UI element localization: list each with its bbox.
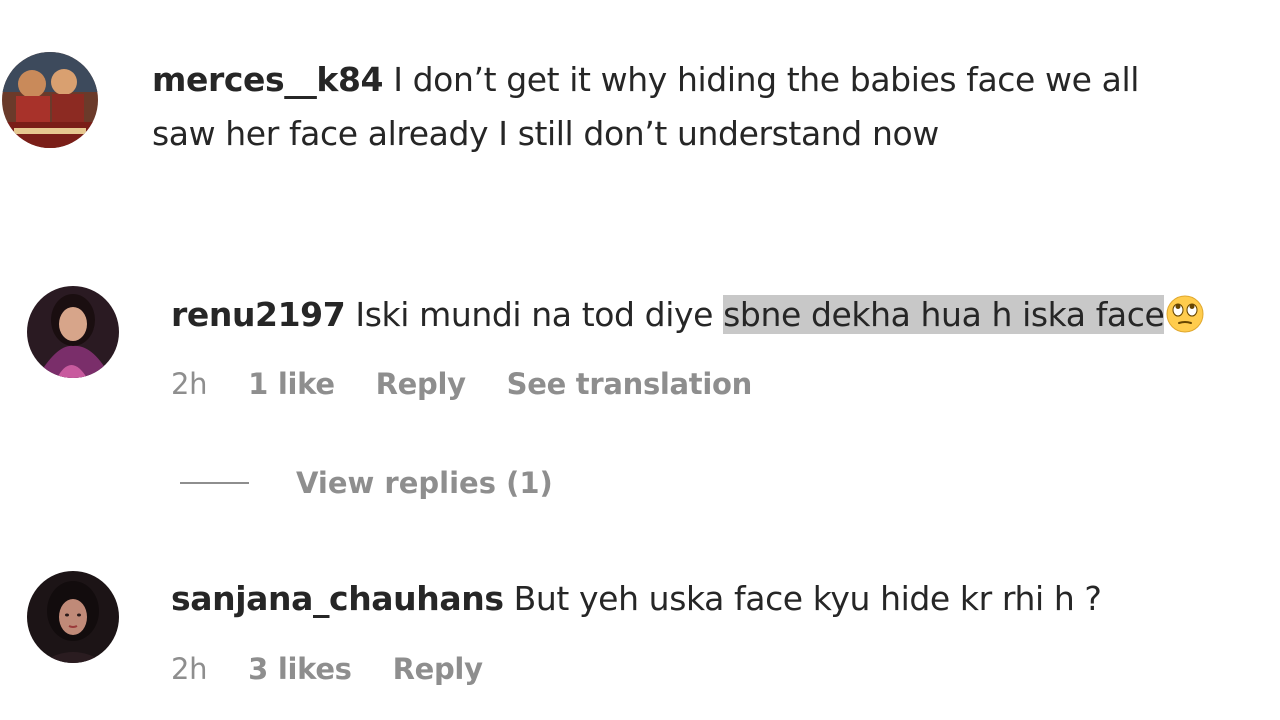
avatar-merces[interactable] <box>2 52 98 148</box>
comment-text-line: sanjana_chauhans But yeh uska face kyu h… <box>171 579 1102 619</box>
avatar-sanjana-image <box>27 571 119 663</box>
comment-text-line: saw her face already I still don’t under… <box>152 114 939 154</box>
like-count[interactable]: 1 like <box>248 367 335 401</box>
reply-button[interactable]: Reply <box>376 367 466 401</box>
comment-meta: 2h 3 likes Reply <box>171 651 515 687</box>
see-translation-button[interactable]: See translation <box>507 367 753 401</box>
comment-meta: 2h 1 like Reply See translation <box>171 366 784 402</box>
comment-text: But yeh uska face kyu hide kr rhi h ? <box>513 579 1102 618</box>
face-with-rolling-eyes-icon <box>1165 294 1205 334</box>
username[interactable]: merces__k84 <box>152 60 384 99</box>
view-replies-label: View replies (1) <box>296 466 553 500</box>
view-replies-button[interactable]: View replies (1) <box>180 463 553 503</box>
username[interactable]: renu2197 <box>171 295 346 334</box>
avatar-renu-image <box>27 286 119 378</box>
comment-text-line: renu2197 Iski mundi na tod diye sbne dek… <box>171 294 1205 335</box>
timestamp: 2h <box>171 652 208 686</box>
selected-text-highlight: sbne dekha hua h iska face <box>723 295 1165 334</box>
comment-text: saw her face already I still don’t under… <box>152 114 939 153</box>
username[interactable]: sanjana_chauhans <box>171 579 504 618</box>
avatar-merces-image <box>2 52 98 148</box>
reply-button[interactable]: Reply <box>393 652 483 686</box>
avatar-sanjana[interactable] <box>27 571 119 663</box>
divider <box>180 482 249 484</box>
timestamp: 2h <box>171 367 208 401</box>
comment-text: Iski mundi na tod diye <box>355 295 724 334</box>
comment-text-line: merces__k84 I don’t get it why hiding th… <box>152 60 1139 100</box>
avatar-renu[interactable] <box>27 286 119 378</box>
like-count[interactable]: 3 likes <box>248 652 352 686</box>
comment-text: I don’t get it why hiding the babies fac… <box>393 60 1139 99</box>
